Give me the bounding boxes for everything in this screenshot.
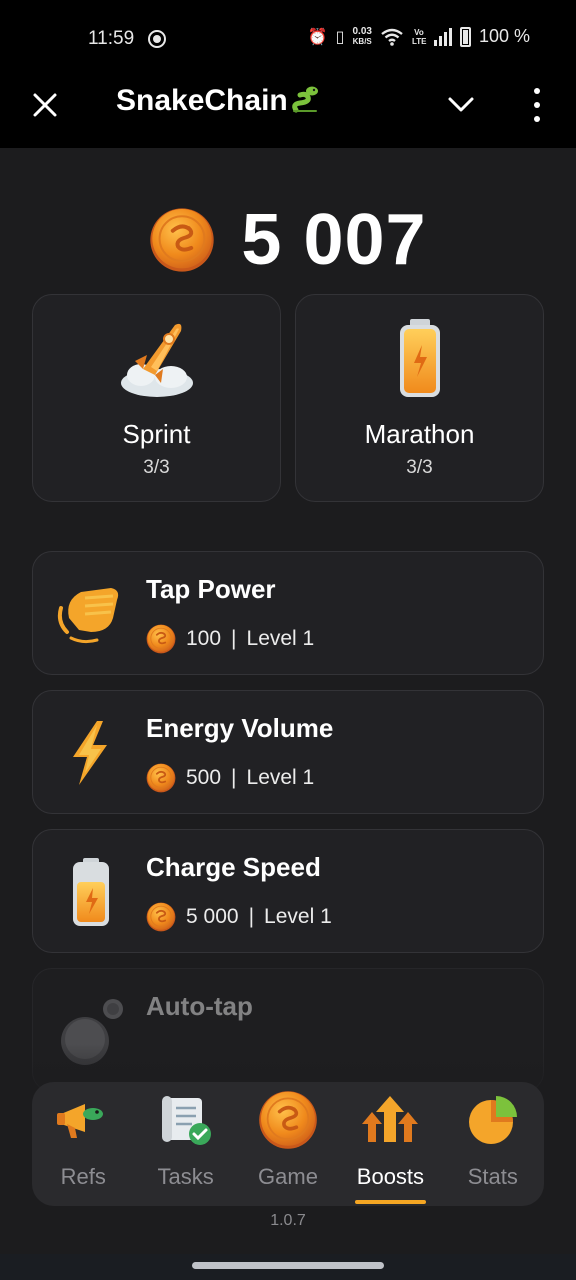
- upgrade-meta: 5 000 | Level 1: [146, 902, 332, 932]
- focus-mode-icon: [148, 30, 166, 48]
- battery-icon: [459, 26, 471, 47]
- net-speed-unit: KB/S: [352, 36, 372, 46]
- nav-label: Refs: [60, 1164, 106, 1189]
- megaphone-icon: [57, 1104, 104, 1138]
- lightning-icon: [73, 721, 107, 785]
- chevron-down-icon: [448, 97, 474, 112]
- nav-label: Game: [258, 1164, 318, 1189]
- balance-display: 5 007: [0, 200, 576, 280]
- coin-icon: [146, 763, 176, 793]
- status-icons: ⏰ ▯ 0.03 KB/S Vo LTE 100 %: [308, 26, 530, 47]
- boost-count: 3/3: [406, 457, 433, 478]
- nav-item-stats[interactable]: Stats: [442, 1082, 544, 1206]
- close-icon: [33, 93, 57, 117]
- upgrade-meta: 500 | Level 1: [146, 763, 314, 793]
- nav-label: Tasks: [157, 1164, 214, 1189]
- collapse-button[interactable]: [446, 90, 476, 118]
- vibrate-icon: ▯: [335, 28, 345, 46]
- upgrade-level: Level 1: [264, 905, 332, 928]
- rocket-icon: [120, 323, 193, 397]
- more-vertical-icon-dot: [534, 116, 540, 122]
- scroll-check-icon: [161, 1096, 211, 1145]
- nav-item-tasks[interactable]: Tasks: [134, 1082, 236, 1206]
- boost-count: 3/3: [143, 457, 170, 478]
- coin-icon: [149, 207, 215, 273]
- upgrade-name: Tap Power: [146, 574, 276, 604]
- signal-icon: [433, 27, 452, 46]
- wifi-icon: [381, 28, 403, 46]
- status-bar: 11:59 ⏰ ▯ 0.03 KB/S Vo LTE 100 %: [0, 0, 576, 78]
- bottom-nav: Refs Tasks Game Boosts Stats: [32, 1082, 544, 1206]
- more-vertical-icon-dot: [534, 88, 540, 94]
- app-bar: SnakeChain: [0, 78, 576, 148]
- nav-label: Stats: [467, 1164, 518, 1189]
- alarm-icon: ⏰: [307, 28, 328, 46]
- separator: |: [231, 766, 237, 789]
- boost-name: Sprint: [122, 419, 191, 449]
- snake-icon: [291, 86, 318, 113]
- battery-level: 100 %: [478, 26, 530, 46]
- nav-item-game[interactable]: Game: [237, 1082, 339, 1206]
- upgrade-price: 100: [186, 627, 222, 650]
- nav-label: Boosts: [356, 1164, 425, 1189]
- upgrade-tap-power[interactable]: Tap Power 100 | Level 1: [32, 551, 544, 675]
- upgrade-level: Level 1: [246, 766, 315, 789]
- app-title-text: SnakeChain: [116, 84, 288, 117]
- upgrade-name: Charge Speed: [146, 852, 321, 882]
- upgrade-name: Auto-tap: [146, 991, 253, 1021]
- battery-charge-icon: [73, 858, 109, 926]
- pie-chart-icon: [468, 1096, 517, 1144]
- net-speed-value: 0.03: [352, 25, 372, 37]
- upgrade-price: 500: [186, 766, 222, 789]
- upgrade-level: Level 1: [246, 627, 315, 650]
- app-title: SnakeChain: [116, 84, 320, 118]
- separator: |: [231, 627, 237, 650]
- home-gesture-handle[interactable]: [192, 1262, 384, 1269]
- close-button[interactable]: [28, 88, 62, 122]
- network-speed: 0.03 KB/S: [352, 25, 372, 47]
- arrows-up-icon: [362, 1096, 419, 1142]
- nav-item-refs[interactable]: Refs: [32, 1082, 134, 1206]
- upgrade-meta: 100 | Level 1: [146, 624, 314, 654]
- tap-hand-icon: [57, 588, 119, 644]
- balance-value: 5 007: [241, 200, 427, 280]
- coin-icon: [146, 624, 176, 654]
- boost-card-marathon[interactable]: Marathon 3/3: [295, 294, 544, 502]
- more-menu-button[interactable]: [526, 88, 548, 122]
- separator: |: [248, 905, 255, 928]
- status-time: 11:59: [88, 28, 135, 49]
- more-vertical-icon-dot: [534, 102, 540, 108]
- upgrade-name: Energy Volume: [146, 713, 334, 743]
- nav-item-boosts[interactable]: Boosts: [339, 1082, 441, 1206]
- upgrade-price: 5 000: [186, 905, 239, 928]
- upgrade-energy-volume[interactable]: Energy Volume 500 | Level 1: [32, 690, 544, 814]
- coin-icon: [258, 1090, 318, 1150]
- boosts-screen: 5 007 Sprint 3/3 Marathon 3/3 Tap Power …: [0, 148, 576, 1254]
- volte-icon: Vo LTE: [411, 27, 427, 46]
- coin-icon: [146, 902, 176, 932]
- boost-name: Marathon: [364, 419, 475, 449]
- app-version: 1.0.7: [270, 1212, 306, 1229]
- boost-card-sprint[interactable]: Sprint 3/3: [32, 294, 281, 502]
- battery-icon: [399, 319, 440, 397]
- upgrade-charge-speed[interactable]: Charge Speed 5 000 | Level 1: [32, 829, 544, 953]
